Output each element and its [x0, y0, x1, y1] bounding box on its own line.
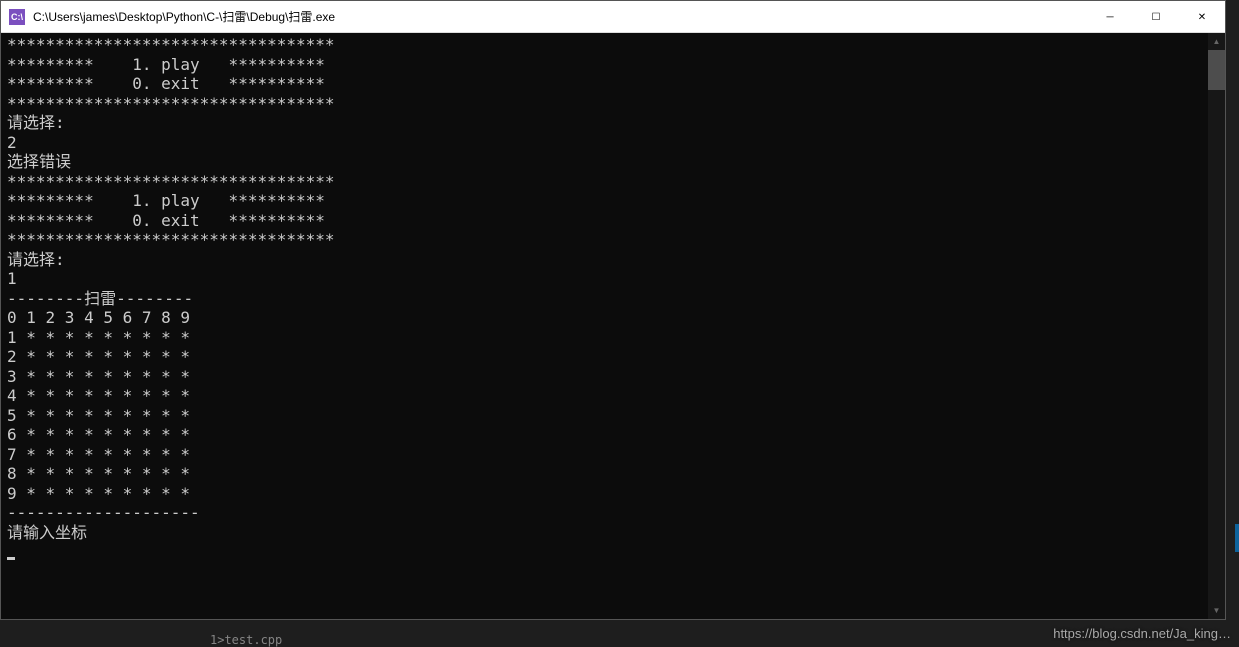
console-line: ********* 0. exit **********: [7, 74, 325, 93]
console-line: 选择错误: [7, 152, 71, 171]
console-line: 7 * * * * * * * * *: [7, 445, 190, 464]
console-output: ********************************** *****…: [1, 33, 1225, 564]
scroll-up-arrow[interactable]: ▲: [1208, 33, 1225, 50]
console-line: 5 * * * * * * * * *: [7, 406, 190, 425]
console-line: 请选择:: [7, 250, 65, 269]
scroll-track[interactable]: [1208, 50, 1225, 602]
console-line: 请选择:: [7, 113, 65, 132]
console-line: 1: [7, 269, 17, 288]
console-line: 3 * * * * * * * * *: [7, 367, 190, 386]
minimize-button[interactable]: ─: [1087, 1, 1133, 33]
watermark-text: https://blog.csdn.net/Ja_king…: [1053, 626, 1231, 641]
cursor: [7, 557, 15, 560]
console-line: 8 * * * * * * * * *: [7, 464, 190, 483]
console-line: 请输入坐标: [7, 523, 87, 542]
window-title: C:\Users\james\Desktop\Python\C-\扫雷\Debu…: [33, 8, 1087, 25]
console-line: 1 * * * * * * * * *: [7, 328, 190, 347]
console-window: C:\ C:\Users\james\Desktop\Python\C-\扫雷\…: [0, 0, 1226, 620]
background-editor-tab: 1>test.cpp: [210, 633, 282, 647]
console-line: ********* 1. play **********: [7, 55, 325, 74]
console-line: 6 * * * * * * * * *: [7, 425, 190, 444]
titlebar-buttons: ─ ☐ ✕: [1087, 1, 1225, 32]
console-line: 4 * * * * * * * * *: [7, 386, 190, 405]
console-line: **********************************: [7, 94, 335, 113]
titlebar[interactable]: C:\ C:\Users\james\Desktop\Python\C-\扫雷\…: [1, 1, 1225, 33]
console-line: 0 1 2 3 4 5 6 7 8 9: [7, 308, 190, 327]
console-line: **********************************: [7, 172, 335, 191]
scrollbar-vertical[interactable]: ▲ ▼: [1208, 33, 1225, 619]
console-line: **********************************: [7, 35, 335, 54]
console-line: 2 * * * * * * * * *: [7, 347, 190, 366]
maximize-button[interactable]: ☐: [1133, 1, 1179, 33]
background-accent: [1235, 524, 1239, 552]
scroll-thumb[interactable]: [1208, 50, 1225, 90]
console-line: 9 * * * * * * * * *: [7, 484, 190, 503]
scroll-down-arrow[interactable]: ▼: [1208, 602, 1225, 619]
console-line: --------扫雷--------: [7, 289, 193, 308]
console-line: **********************************: [7, 230, 335, 249]
console-line: --------------------: [7, 503, 200, 522]
app-icon: C:\: [9, 9, 25, 25]
console-line: ********* 1. play **********: [7, 191, 325, 210]
console-line: ********* 0. exit **********: [7, 211, 325, 230]
console-line: 2: [7, 133, 17, 152]
console-area[interactable]: ********************************** *****…: [1, 33, 1225, 619]
close-button[interactable]: ✕: [1179, 1, 1225, 33]
